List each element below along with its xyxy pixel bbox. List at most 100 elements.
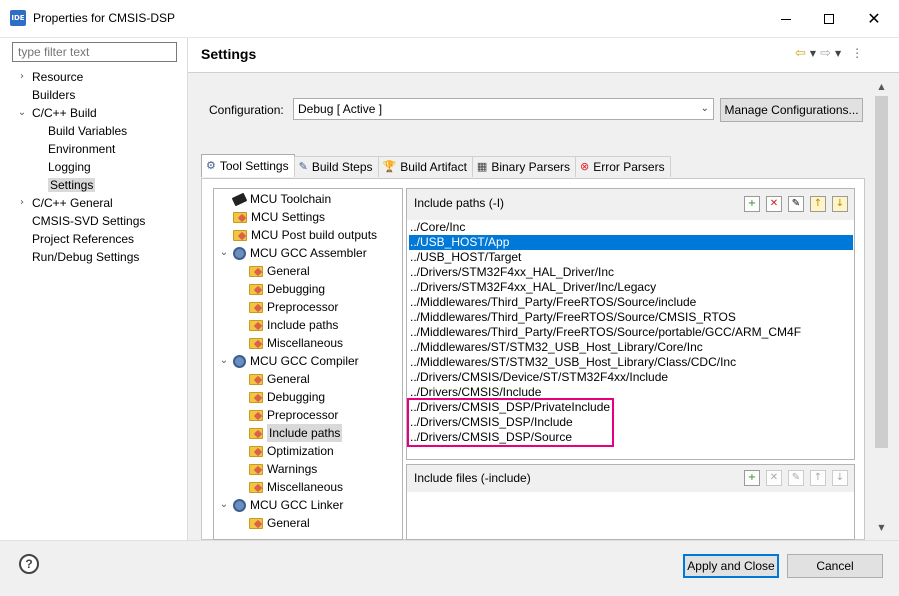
nav-item-cmsis-svd-settings[interactable]: CMSIS-SVD Settings [32, 212, 145, 230]
include-path-item[interactable]: ../Drivers/CMSIS/Include [409, 385, 541, 400]
delete-path-icon[interactable]: ✕ [766, 196, 782, 212]
tab-build-steps[interactable]: ✎ Build Steps [293, 156, 379, 177]
include-path-item[interactable]: ../Drivers/CMSIS_DSP/PrivateInclude [409, 400, 610, 415]
include-path-item[interactable]: ../Middlewares/ST/STM32_USB_Host_Library… [409, 355, 736, 370]
more-options-icon[interactable]: ⋮ [851, 46, 863, 60]
include-path-item[interactable]: ../Drivers/CMSIS/Device/ST/STM32F4xx/Inc… [409, 370, 668, 385]
include-path-item[interactable]: ../Middlewares/Third_Party/FreeRTOS/Sour… [409, 310, 736, 325]
include-files-list[interactable] [406, 492, 855, 540]
tool-item-mcu-settings[interactable]: MCU Settings [233, 208, 325, 226]
include-path-item[interactable]: ../Drivers/STM32F4xx_HAL_Driver/Inc [409, 265, 614, 280]
back-arrow-icon[interactable]: ⇦ [795, 46, 806, 61]
include-path-item[interactable]: ../Middlewares/ST/STM32_USB_Host_Library… [409, 340, 703, 355]
folder-icon [233, 211, 247, 223]
tool-item-optimization[interactable]: Optimization [249, 442, 334, 460]
nav-item-environment[interactable]: Environment [48, 140, 115, 158]
chevron-down-icon[interactable]: ⌄ [219, 352, 229, 370]
tool-item-general[interactable]: General [249, 262, 310, 280]
include-files-panel: Include files (-include) + ✕ ✎ ↑ ↓ [406, 464, 855, 493]
nav-item-settings[interactable]: Settings [48, 176, 96, 194]
tool-item-mcu-gcc-assembler[interactable]: MCU GCC Assembler [233, 244, 367, 262]
tool-item-label: Include paths [267, 424, 343, 442]
nav-item-project-references[interactable]: Project References [32, 230, 134, 248]
chevron-right-icon[interactable]: › [17, 194, 27, 212]
tab-build-artifact[interactable]: 🏆 Build Artifact [377, 156, 473, 177]
forward-dropdown-icon[interactable]: ▼ [835, 49, 841, 58]
chevron-down-icon[interactable]: ⌄ [17, 104, 27, 122]
configuration-label: Configuration: [209, 103, 284, 117]
move-up-icon[interactable]: ↑ [810, 196, 826, 212]
tab-tool-settings[interactable]: ⚙ Tool Settings [201, 154, 295, 177]
scroll-down-icon[interactable]: ▼ [873, 519, 890, 536]
filter-input[interactable] [12, 42, 177, 62]
include-path-item[interactable]: ../Drivers/STM32F4xx_HAL_Driver/Inc/Lega… [409, 280, 656, 295]
nav-item-logging[interactable]: Logging [48, 158, 91, 176]
tool-item-miscellaneous[interactable]: Miscellaneous [249, 478, 343, 496]
nav-item-build-variables[interactable]: Build Variables [48, 122, 127, 140]
tool-item-warnings[interactable]: Warnings [249, 460, 317, 478]
chevron-down-icon[interactable]: ⌄ [219, 496, 229, 514]
include-path-item[interactable]: ../Middlewares/Third_Party/FreeRTOS/Sour… [409, 295, 696, 310]
chevron-down-icon[interactable]: ⌄ [219, 244, 229, 262]
tool-item-debugging[interactable]: Debugging [249, 280, 325, 298]
tool-item-general[interactable]: General [249, 370, 310, 388]
tool-item-preprocessor[interactable]: Preprocessor [249, 406, 338, 424]
nav-item-c-c-build[interactable]: C/C++ Build [32, 104, 97, 122]
minimize-button[interactable] [763, 0, 809, 38]
tab-error-parsers[interactable]: ⊗ Error Parsers [575, 156, 671, 177]
add-path-icon[interactable]: + [744, 196, 760, 212]
include-files-toolbar: + ✕ ✎ ↑ ↓ [744, 470, 848, 486]
scroll-up-icon[interactable]: ▲ [873, 78, 890, 95]
tool-item-mcu-gcc-compiler[interactable]: MCU GCC Compiler [233, 352, 359, 370]
delete-file-icon[interactable]: ✕ [766, 470, 782, 486]
edit-path-icon[interactable]: ✎ [788, 196, 804, 212]
manage-configurations-button[interactable]: Manage Configurations... [720, 98, 863, 122]
tab-binary-parsers[interactable]: ▦ Binary Parsers [471, 156, 577, 177]
tool-item-label: General [267, 264, 310, 278]
add-file-icon[interactable]: + [744, 470, 760, 486]
forward-arrow-icon[interactable]: ⇨ [820, 46, 831, 61]
back-dropdown-icon[interactable]: ▼ [810, 49, 816, 58]
include-path-item[interactable]: ../USB_HOST/App [409, 235, 853, 250]
tool-item-mcu-post-build-outputs[interactable]: MCU Post build outputs [233, 226, 377, 244]
cancel-button[interactable]: Cancel [787, 554, 883, 578]
tool-item-miscellaneous[interactable]: Miscellaneous [249, 334, 343, 352]
tool-item-mcu-gcc-linker[interactable]: MCU GCC Linker [233, 496, 343, 514]
move-up-file-icon[interactable]: ↑ [810, 470, 826, 486]
include-files-header: Include files (-include) + ✕ ✎ ↑ ↓ [407, 465, 854, 493]
tab-label: Binary Parsers [491, 160, 571, 174]
help-icon[interactable]: ? [19, 554, 39, 574]
include-path-item[interactable]: ../USB_HOST/Target [409, 250, 521, 265]
tool-item-mcu-toolchain[interactable]: MCU Toolchain [231, 190, 331, 208]
include-path-item[interactable]: ../Drivers/CMSIS_DSP/Include [409, 415, 573, 430]
nav-item-resource[interactable]: Resource [32, 68, 83, 86]
scrollbar-thumb[interactable] [875, 96, 888, 448]
include-path-item[interactable]: ../Drivers/CMSIS_DSP/Source [409, 430, 572, 445]
folder-icon [249, 427, 263, 439]
tool-item-preprocessor[interactable]: Preprocessor [249, 298, 338, 316]
move-down-file-icon[interactable]: ↓ [832, 470, 848, 486]
move-down-icon[interactable]: ↓ [832, 196, 848, 212]
nav-item-builders[interactable]: Builders [32, 86, 75, 104]
tool-item-include-paths[interactable]: Include paths [249, 424, 343, 442]
include-path-item[interactable]: ../Middlewares/Third_Party/FreeRTOS/Sour… [409, 325, 801, 340]
nav-item-run-debug-settings[interactable]: Run/Debug Settings [32, 248, 139, 266]
vertical-scrollbar[interactable]: ▲ ▼ [873, 78, 890, 536]
tool-settings-tree[interactable]: MCU Toolchain MCU Settings MCU Post build … [213, 188, 403, 540]
include-path-item[interactable]: ../Core/Inc [409, 220, 465, 235]
chevron-down-icon: ⌄ [700, 103, 709, 114]
nav-item-c-c-general[interactable]: C/C++ General [32, 194, 113, 212]
configuration-select[interactable]: Debug [ Active ] ⌄ [293, 98, 714, 120]
nav-item-label: Run/Debug Settings [32, 250, 140, 264]
apply-and-close-button[interactable]: Apply and Close [683, 554, 779, 578]
tool-item-debugging[interactable]: Debugging [249, 388, 325, 406]
tool-item-include-paths[interactable]: Include paths [249, 316, 338, 334]
maximize-button[interactable] [806, 0, 852, 38]
tool-item-general[interactable]: General [249, 514, 310, 532]
edit-file-icon[interactable]: ✎ [788, 470, 804, 486]
chevron-right-icon[interactable]: › [17, 68, 27, 86]
tool-item-label: General [267, 516, 310, 530]
include-files-title: Include files (-include) [414, 471, 531, 485]
close-button[interactable]: ✕ [851, 0, 897, 38]
include-paths-list[interactable]: ../Core/Inc ../USB_HOST/App ../USB_HOST/Ta… [406, 220, 855, 460]
